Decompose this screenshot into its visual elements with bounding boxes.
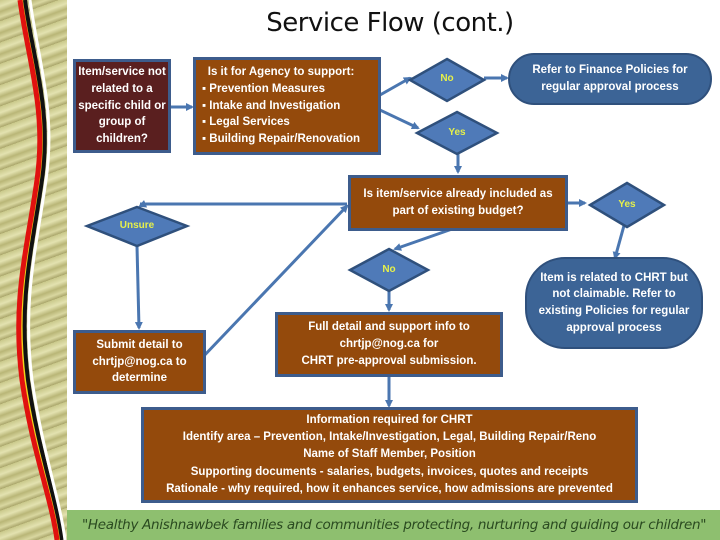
arrow-unsure-to-submit — [134, 245, 143, 330]
arrow-yes-to-notclaimable — [612, 221, 627, 260]
yes-right-label: Yes — [618, 199, 636, 210]
finance-policies-box: Refer to Finance Policies for regular ap… — [508, 53, 712, 105]
full-detail-line: Full detail and support info to — [308, 321, 470, 334]
agency-item-2: ▪ Intake and Investigation — [202, 99, 341, 112]
not-claimable-text: Item is related to CHRT but not claimabl… — [538, 271, 690, 334]
yes-top-label: Yes — [448, 127, 466, 138]
start-question-box: Item/service not related to a specific c… — [73, 59, 171, 153]
info-required-line: Name of Staff Member, Position — [303, 448, 476, 461]
unsure-label: Unsure — [119, 220, 155, 231]
agency-support-heading: Is it for Agency to support: — [207, 66, 355, 79]
footer-motto: "Healthy Anishnawbek families and commun… — [82, 517, 707, 533]
not-claimable-box: Item is related to CHRT but not claimabl… — [525, 257, 703, 349]
info-required-line: Supporting documents - salaries, budgets… — [190, 465, 589, 478]
info-required-heading: Information required for CHRT — [306, 413, 473, 426]
footer-banner: "Healthy Anishnawbek families and commun… — [67, 510, 720, 540]
arrow-agency-to-no — [379, 76, 412, 97]
budget-question-text: Is item/service already included as part… — [363, 188, 553, 217]
start-question-text: Item/service not related to a specific c… — [78, 66, 166, 145]
no-mid-label: No — [382, 264, 396, 275]
arrow-to-unsure-head — [138, 200, 148, 208]
full-detail-box: Full detail and support info to chrtjp@n… — [275, 312, 503, 377]
arrow-budget-to-no — [393, 226, 456, 251]
submit-detail-box: Submit detail to chrtjp@nog.ca to determ… — [73, 330, 206, 394]
no-top-label: No — [440, 73, 454, 84]
full-detail-line: CHRT pre-approval submission. — [301, 354, 477, 367]
submit-detail-text: Submit detail to chrtjp@nog.ca to determ… — [92, 338, 187, 385]
info-required-line: Rationale - why required, how it enhance… — [166, 482, 613, 495]
agency-support-box: Is it for Agency to support: ▪ Preventio… — [193, 57, 381, 155]
arrow-agency-to-yes — [379, 108, 420, 130]
full-detail-line: chrtjp@nog.ca for — [339, 338, 439, 351]
budget-question-box: Is item/service already included as part… — [348, 175, 568, 231]
finance-policies-text: Refer to Finance Policies for regular ap… — [532, 64, 688, 93]
info-required-line: Identify area – Prevention, Intake/Inves… — [182, 431, 597, 444]
agency-item-1: ▪ Prevention Measures — [202, 82, 325, 95]
agency-item-3: ▪ Legal Services — [202, 116, 290, 129]
info-required-box: Information required for CHRT Identify a… — [141, 407, 638, 503]
agency-item-4: ▪ Building Repair/Renovation — [202, 133, 361, 145]
